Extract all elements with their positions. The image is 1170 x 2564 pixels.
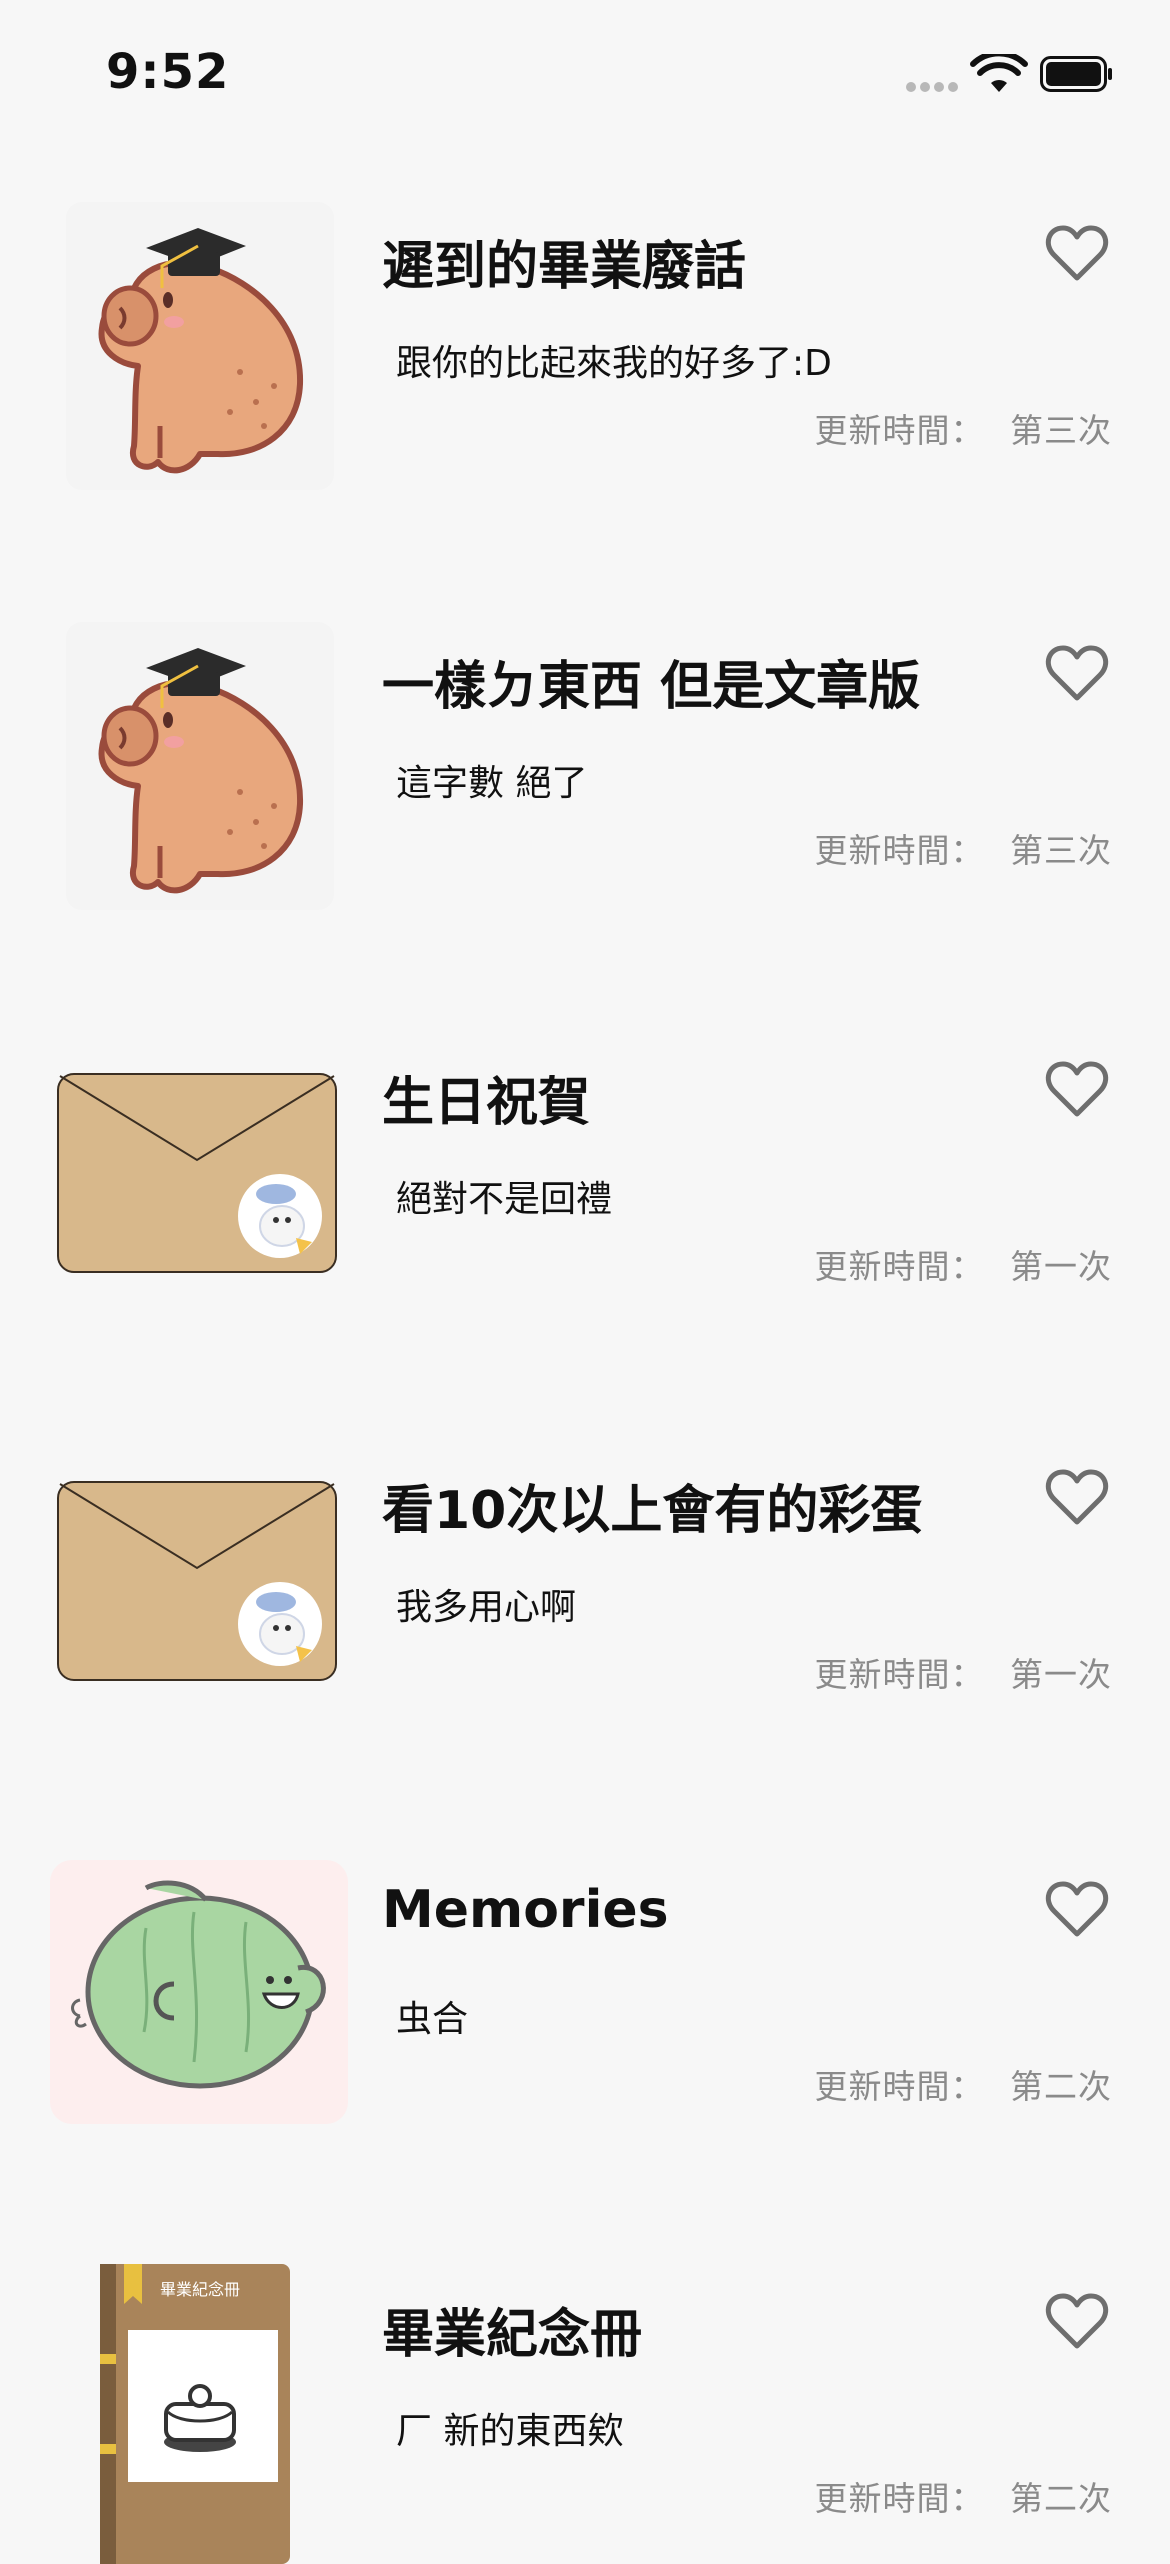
list-item[interactable]: 生日祝賀 絕對不是回禮 更新時間： 第一次: [0, 1032, 1170, 1332]
updated-value: 第二次: [1010, 2067, 1112, 2106]
item-updated: 更新時間： 第二次: [815, 2472, 1113, 2520]
updated-value: 第一次: [1010, 1247, 1112, 1286]
post-list: 遲到的畢業廢話 跟你的比起來我的好多了:D 更新時間： 第三次 一樣ㄉ東西 但是…: [0, 0, 1170, 2564]
item-title: 遲到的畢業廢話: [382, 237, 747, 297]
capybara-thumbnail: [66, 622, 334, 910]
updated-value: 第三次: [1010, 411, 1112, 450]
item-updated: 更新時間： 第二次: [815, 2060, 1113, 2108]
capybara-thumbnail: [66, 202, 334, 490]
updated-label: 更新時間：: [814, 1655, 985, 1694]
list-item[interactable]: 遲到的畢業廢話 跟你的比起來我的好多了:D 更新時間： 第三次: [0, 196, 1170, 496]
updated-value: 第二次: [1010, 2479, 1112, 2518]
updated-label: 更新時間：: [814, 831, 985, 870]
favorite-heart-icon[interactable]: [1044, 1060, 1110, 1120]
item-subtitle: 絕對不是回禮: [396, 1179, 613, 1220]
updated-label: 更新時間：: [814, 2479, 985, 2518]
list-item[interactable]: 畢業紀念冊 畢業紀念冊 厂 新的東西欸 更新時間： 第二次: [0, 2264, 1170, 2564]
item-updated: 更新時間： 第一次: [815, 1648, 1113, 1696]
list-item[interactable]: 看10次以上會有的彩蛋 我多用心啊 更新時間： 第一次: [0, 1440, 1170, 1740]
updated-value: 第三次: [1010, 831, 1112, 870]
item-title: 一樣ㄉ東西 但是文章版: [382, 657, 921, 717]
updated-value: 第一次: [1010, 1655, 1112, 1694]
favorite-heart-icon[interactable]: [1044, 2292, 1110, 2352]
envelope-thumbnail: [57, 1481, 337, 1681]
item-title: 生日祝賀: [382, 1073, 591, 1133]
favorite-heart-icon[interactable]: [1044, 1880, 1110, 1940]
updated-label: 更新時間：: [814, 2067, 985, 2106]
item-subtitle: 厂 新的東西欸: [396, 2411, 624, 2452]
favorite-heart-icon[interactable]: [1044, 1468, 1110, 1528]
item-updated: 更新時間： 第三次: [815, 824, 1113, 872]
item-subtitle: 虫合: [396, 1999, 469, 2040]
list-item[interactable]: Memories 虫合 更新時間： 第二次: [0, 1852, 1170, 2152]
item-updated: 更新時間： 第一次: [815, 1240, 1113, 1288]
item-title: Memories: [382, 1880, 669, 1940]
envelope-thumbnail: [57, 1073, 337, 1273]
item-subtitle: 跟你的比起來我的好多了:D: [396, 343, 832, 384]
item-title: 看10次以上會有的彩蛋: [382, 1481, 923, 1541]
updated-label: 更新時間：: [814, 1247, 985, 1286]
item-title: 畢業紀念冊: [382, 2305, 643, 2365]
favorite-heart-icon[interactable]: [1044, 644, 1110, 704]
item-subtitle: 這字數 絕了: [396, 763, 588, 804]
list-item[interactable]: 一樣ㄉ東西 但是文章版 這字數 絕了 更新時間： 第三次: [0, 616, 1170, 916]
yearbook-cover-icon: [100, 2264, 290, 2564]
yearbook-thumbnail: 畢業紀念冊: [50, 2264, 350, 2564]
item-updated: 更新時間： 第三次: [815, 404, 1113, 452]
item-subtitle: 我多用心啊: [396, 1587, 577, 1628]
melon-fish-thumbnail: [50, 1860, 348, 2124]
updated-label: 更新時間：: [814, 411, 985, 450]
favorite-heart-icon[interactable]: [1044, 224, 1110, 284]
yearbook-cover-title: 畢業紀念冊: [160, 2280, 241, 2299]
